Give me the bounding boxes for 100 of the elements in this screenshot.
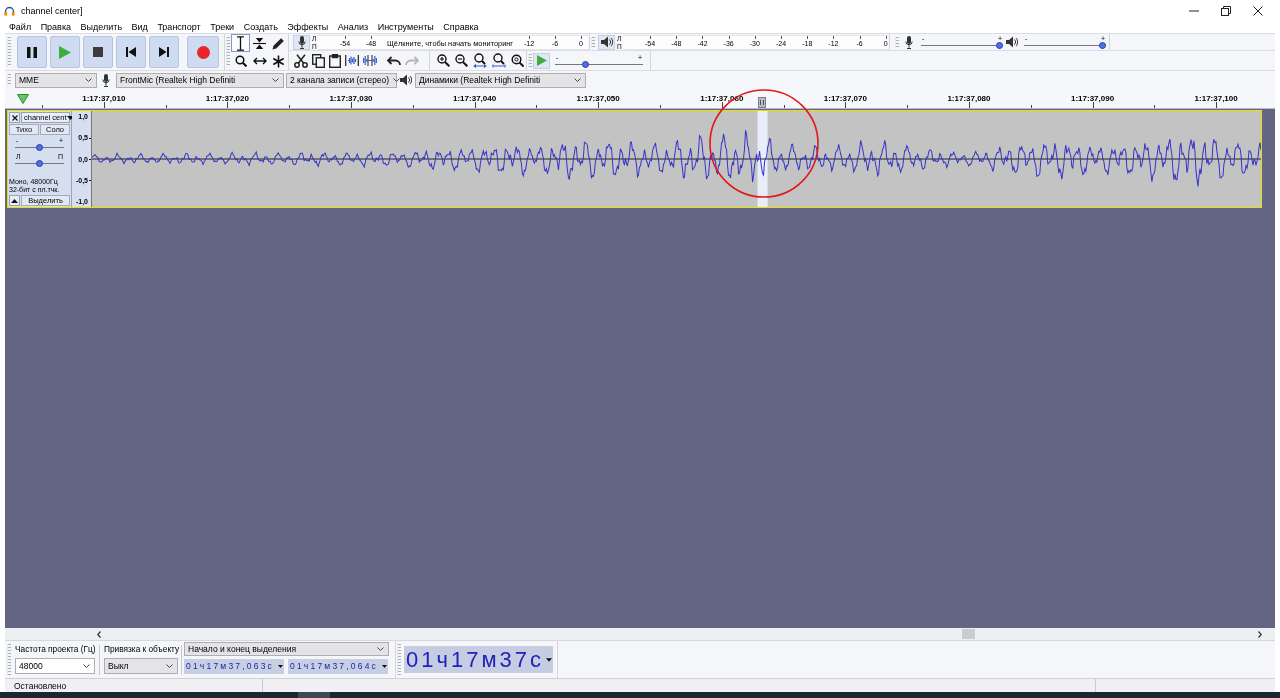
skip-to-start-icon xyxy=(126,47,136,57)
time-label: 1:17:37,010 xyxy=(82,94,126,103)
skip-to-end-icon xyxy=(159,47,169,57)
toolbar-grip[interactable] xyxy=(7,644,11,675)
menu-item[interactable]: Вид xyxy=(131,22,148,33)
toolbar-grip[interactable] xyxy=(7,37,11,67)
play-icon xyxy=(536,55,547,66)
menu-item[interactable]: Файл xyxy=(9,22,32,33)
stop-button[interactable] xyxy=(83,36,113,68)
slider-thumb[interactable] xyxy=(1099,42,1106,49)
close-icon xyxy=(11,114,18,121)
toolbar-grip[interactable] xyxy=(528,54,532,67)
snap-to-dropdown[interactable]: Выкл xyxy=(104,658,178,674)
stop-icon xyxy=(93,47,103,57)
menu-item[interactable]: Треки xyxy=(210,22,235,33)
dropdown-triangle-icon xyxy=(546,657,552,662)
double-arrow-icon xyxy=(252,57,267,65)
scissors-icon[interactable] xyxy=(294,53,308,68)
project-rate-label: Частота проекта (Гц) xyxy=(15,644,97,654)
skip-to-start-button[interactable] xyxy=(116,36,146,68)
fit-project-icon[interactable] xyxy=(492,53,506,68)
chevron-down-icon xyxy=(393,78,401,82)
menu-item[interactable]: Анализ xyxy=(337,22,369,33)
time-label: 1:17:37,070 xyxy=(823,94,867,103)
menu-item[interactable]: Эффекты xyxy=(287,22,329,33)
asterisk-icon xyxy=(272,54,285,68)
time-label: 1:17:37,090 xyxy=(1070,94,1115,103)
copy-icon[interactable] xyxy=(312,53,325,68)
menu-item[interactable]: Создать xyxy=(243,22,278,33)
toolbar-grip[interactable] xyxy=(226,37,230,67)
slider-thumb[interactable] xyxy=(996,42,1003,49)
chevron-down-icon xyxy=(85,78,92,82)
selection-tool-button[interactable] xyxy=(231,34,250,52)
zoom-out-icon[interactable] xyxy=(455,54,468,67)
selection-end-time[interactable]: 01ч17м37,064с xyxy=(288,659,388,674)
toolbar-grip[interactable] xyxy=(591,37,595,47)
playback-device-dropdown[interactable]: Динамики (Realtek High Definiti xyxy=(415,72,586,88)
close-icon[interactable] xyxy=(1253,6,1263,16)
record-icon xyxy=(196,45,210,59)
pause-icon xyxy=(27,46,37,58)
time-label: 1:17:37,050 xyxy=(576,94,620,103)
timeline-marker-icon[interactable] xyxy=(17,93,29,104)
playback-volume-slider[interactable] xyxy=(1024,42,1106,49)
magnifier-icon xyxy=(234,55,247,67)
slider-thumb[interactable] xyxy=(581,60,589,68)
chevron-down-icon xyxy=(272,78,279,82)
menu-item[interactable]: Инструменты xyxy=(377,22,434,33)
speaker-icon xyxy=(1006,36,1018,48)
undo-icon[interactable] xyxy=(387,55,401,66)
speaker-icon xyxy=(600,36,613,48)
scrollbar-thumb[interactable] xyxy=(962,629,975,639)
selection-marker-icon[interactable] xyxy=(758,97,766,108)
silence-audio-icon[interactable] xyxy=(363,55,377,66)
play-at-speed-button[interactable] xyxy=(533,52,550,69)
status-text: Остановлено xyxy=(14,680,67,691)
menu-item[interactable]: Правка xyxy=(40,22,72,33)
fit-selection-icon[interactable] xyxy=(473,53,487,68)
i-beam-icon xyxy=(236,35,245,51)
snap-to-label: Привязка к объекту xyxy=(104,644,179,654)
collapse-triangle-icon xyxy=(11,198,18,203)
chevron-right-icon[interactable] xyxy=(1258,630,1262,638)
toolbar-grip[interactable] xyxy=(7,74,11,86)
slider-thumb[interactable] xyxy=(36,160,43,167)
microphone-icon xyxy=(905,35,913,49)
dropdown-triangle-icon xyxy=(278,665,283,668)
selection-mode-dropdown[interactable]: Начало и конец выделения xyxy=(184,642,389,656)
chevron-left-icon[interactable] xyxy=(97,630,101,638)
play-icon xyxy=(59,45,71,59)
headphones-icon xyxy=(4,6,15,16)
zoom-toggle-icon[interactable] xyxy=(511,54,524,67)
skip-to-end-button[interactable] xyxy=(149,36,179,68)
menu-item[interactable]: Справка xyxy=(443,22,479,33)
zoom-in-icon[interactable] xyxy=(437,54,450,67)
toolbar-grip[interactable] xyxy=(397,644,401,675)
playback-meter-button[interactable] xyxy=(598,34,615,50)
window-title: channel center] xyxy=(21,5,83,17)
time-label: 1:17:37,030 xyxy=(329,94,373,103)
record-button[interactable] xyxy=(187,36,219,68)
speaker-icon xyxy=(400,74,412,86)
chevron-down-icon xyxy=(377,647,384,651)
chevron-down-icon xyxy=(574,78,581,82)
time-label: 1:17:37,040 xyxy=(453,94,497,103)
microphone-icon xyxy=(102,73,110,87)
horizontal-scrollbar[interactable] xyxy=(5,628,1275,640)
project-rate-dropdown[interactable]: 48000 xyxy=(15,658,95,674)
menu-item[interactable]: Выделить xyxy=(80,22,123,33)
slider-thumb[interactable] xyxy=(36,144,43,151)
selection-start-time[interactable]: 01ч17м37,063с xyxy=(184,659,284,674)
audio-position-time[interactable]: 01ч17м37с xyxy=(404,646,553,673)
trim-audio-icon[interactable] xyxy=(345,55,359,66)
clipboard-icon[interactable] xyxy=(329,53,341,68)
audio-host-dropdown[interactable]: MME xyxy=(15,72,97,88)
restore-icon[interactable] xyxy=(1221,6,1231,16)
recording-volume-slider[interactable] xyxy=(921,42,1003,49)
pause-button[interactable] xyxy=(17,36,47,68)
recording-channels-dropdown[interactable]: 2 канала записи (стерео) xyxy=(286,72,397,88)
toolbar-grip[interactable] xyxy=(895,37,899,47)
recording-device-dropdown[interactable]: FrontMic (Realtek High Definiti xyxy=(116,72,284,88)
recording-meter-button[interactable] xyxy=(293,34,310,50)
menu-item[interactable]: Транспорт xyxy=(157,22,201,33)
